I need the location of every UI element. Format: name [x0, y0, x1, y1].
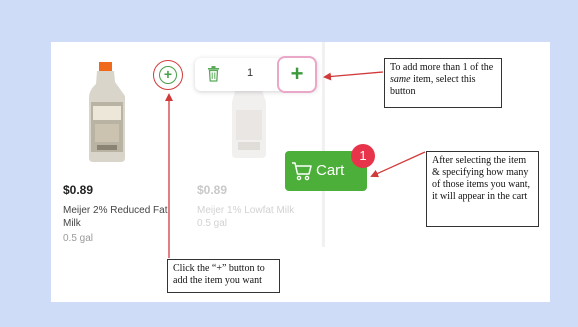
annotation-arrows: [165, 71, 426, 258]
arrow-to-plus-button: [323, 71, 384, 81]
arrow-to-cart: [370, 151, 426, 178]
